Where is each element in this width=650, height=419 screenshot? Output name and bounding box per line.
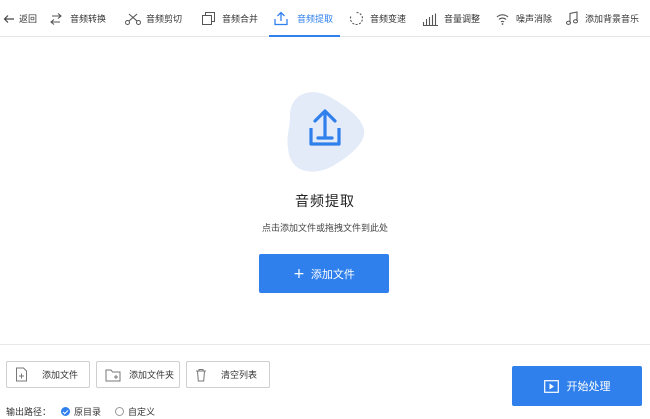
- add-file-button[interactable]: 添加文件: [6, 361, 90, 388]
- tab-audio-extract[interactable]: 音频提取: [273, 0, 333, 37]
- tab-label: 添加背景音乐: [585, 15, 640, 25]
- output-path-row: 输出路径： 原目录 自定义: [6, 404, 155, 418]
- tab-audio-speed[interactable]: 音频变速: [349, 0, 406, 37]
- plus-icon: +: [293, 265, 305, 282]
- add-file-icon: [16, 367, 27, 382]
- back-label: 返回: [19, 15, 38, 25]
- toolbar: 返回 音频转换 音频剪切 音频合并 音频提取 音频变速 音量调整 噪声消除 添加…: [0, 0, 650, 37]
- tab-add-background-music[interactable]: 添加背景音乐: [565, 0, 639, 37]
- add-folder-label: 添加文件夹: [129, 371, 175, 381]
- page-title: 音频提取: [295, 194, 355, 210]
- divider: [0, 344, 650, 345]
- tab-label: 音量调整: [444, 15, 481, 25]
- play-icon: [543, 379, 559, 393]
- extract-icon: [274, 11, 288, 26]
- add-folder-icon: [105, 369, 121, 381]
- add-file-main-button[interactable]: + 添加文件: [259, 254, 389, 293]
- tab-label: 音频合并: [222, 15, 259, 25]
- tab-label: 音频转换: [70, 15, 107, 25]
- clear-list-label: 清空列表: [221, 371, 258, 381]
- add-folder-button[interactable]: 添加文件夹: [96, 361, 180, 388]
- add-file-label: 添加文件: [42, 371, 79, 381]
- scissors-icon: [125, 13, 141, 25]
- back-button[interactable]: 返回: [3, 0, 37, 37]
- active-tab-indicator: [269, 35, 340, 37]
- music-note-icon: [566, 11, 578, 25]
- volume-bars-icon: [422, 13, 438, 26]
- tab-label: 噪声消除: [516, 15, 553, 25]
- tab-label: 音频变速: [370, 15, 407, 25]
- arrow-left-icon: [3, 14, 14, 23]
- tab-noise-removal[interactable]: 噪声消除: [495, 0, 552, 37]
- speed-icon: [349, 11, 363, 26]
- start-processing-label: 开始处理: [566, 380, 611, 393]
- upload-icon[interactable]: [284, 90, 366, 174]
- merge-icon: [202, 12, 215, 25]
- trash-icon: [196, 368, 206, 381]
- option-original-label: 原目录: [74, 407, 102, 418]
- tab-label: 音频剪切: [146, 15, 183, 25]
- tab-audio-convert[interactable]: 音频转换: [49, 0, 106, 37]
- add-file-main-label: 添加文件: [310, 267, 355, 281]
- output-path-label: 输出路径：: [6, 407, 52, 418]
- convert-icon: [50, 12, 62, 25]
- tab-audio-merge[interactable]: 音频合并: [201, 0, 258, 37]
- tab-label: 音频提取: [297, 15, 334, 25]
- clear-list-button[interactable]: 清空列表: [186, 361, 270, 388]
- start-processing-button[interactable]: 开始处理: [512, 366, 642, 406]
- radio-custom-dir[interactable]: [115, 406, 125, 416]
- tab-volume-adjust[interactable]: 音量调整: [422, 0, 480, 37]
- noise-icon: [496, 13, 509, 25]
- tab-audio-cut[interactable]: 音频剪切: [124, 0, 182, 37]
- drop-hint: 点击添加文件或拖拽文件到此处: [261, 224, 388, 234]
- option-custom-label: 自定义: [128, 407, 156, 418]
- radio-original-dir[interactable]: [61, 406, 71, 416]
